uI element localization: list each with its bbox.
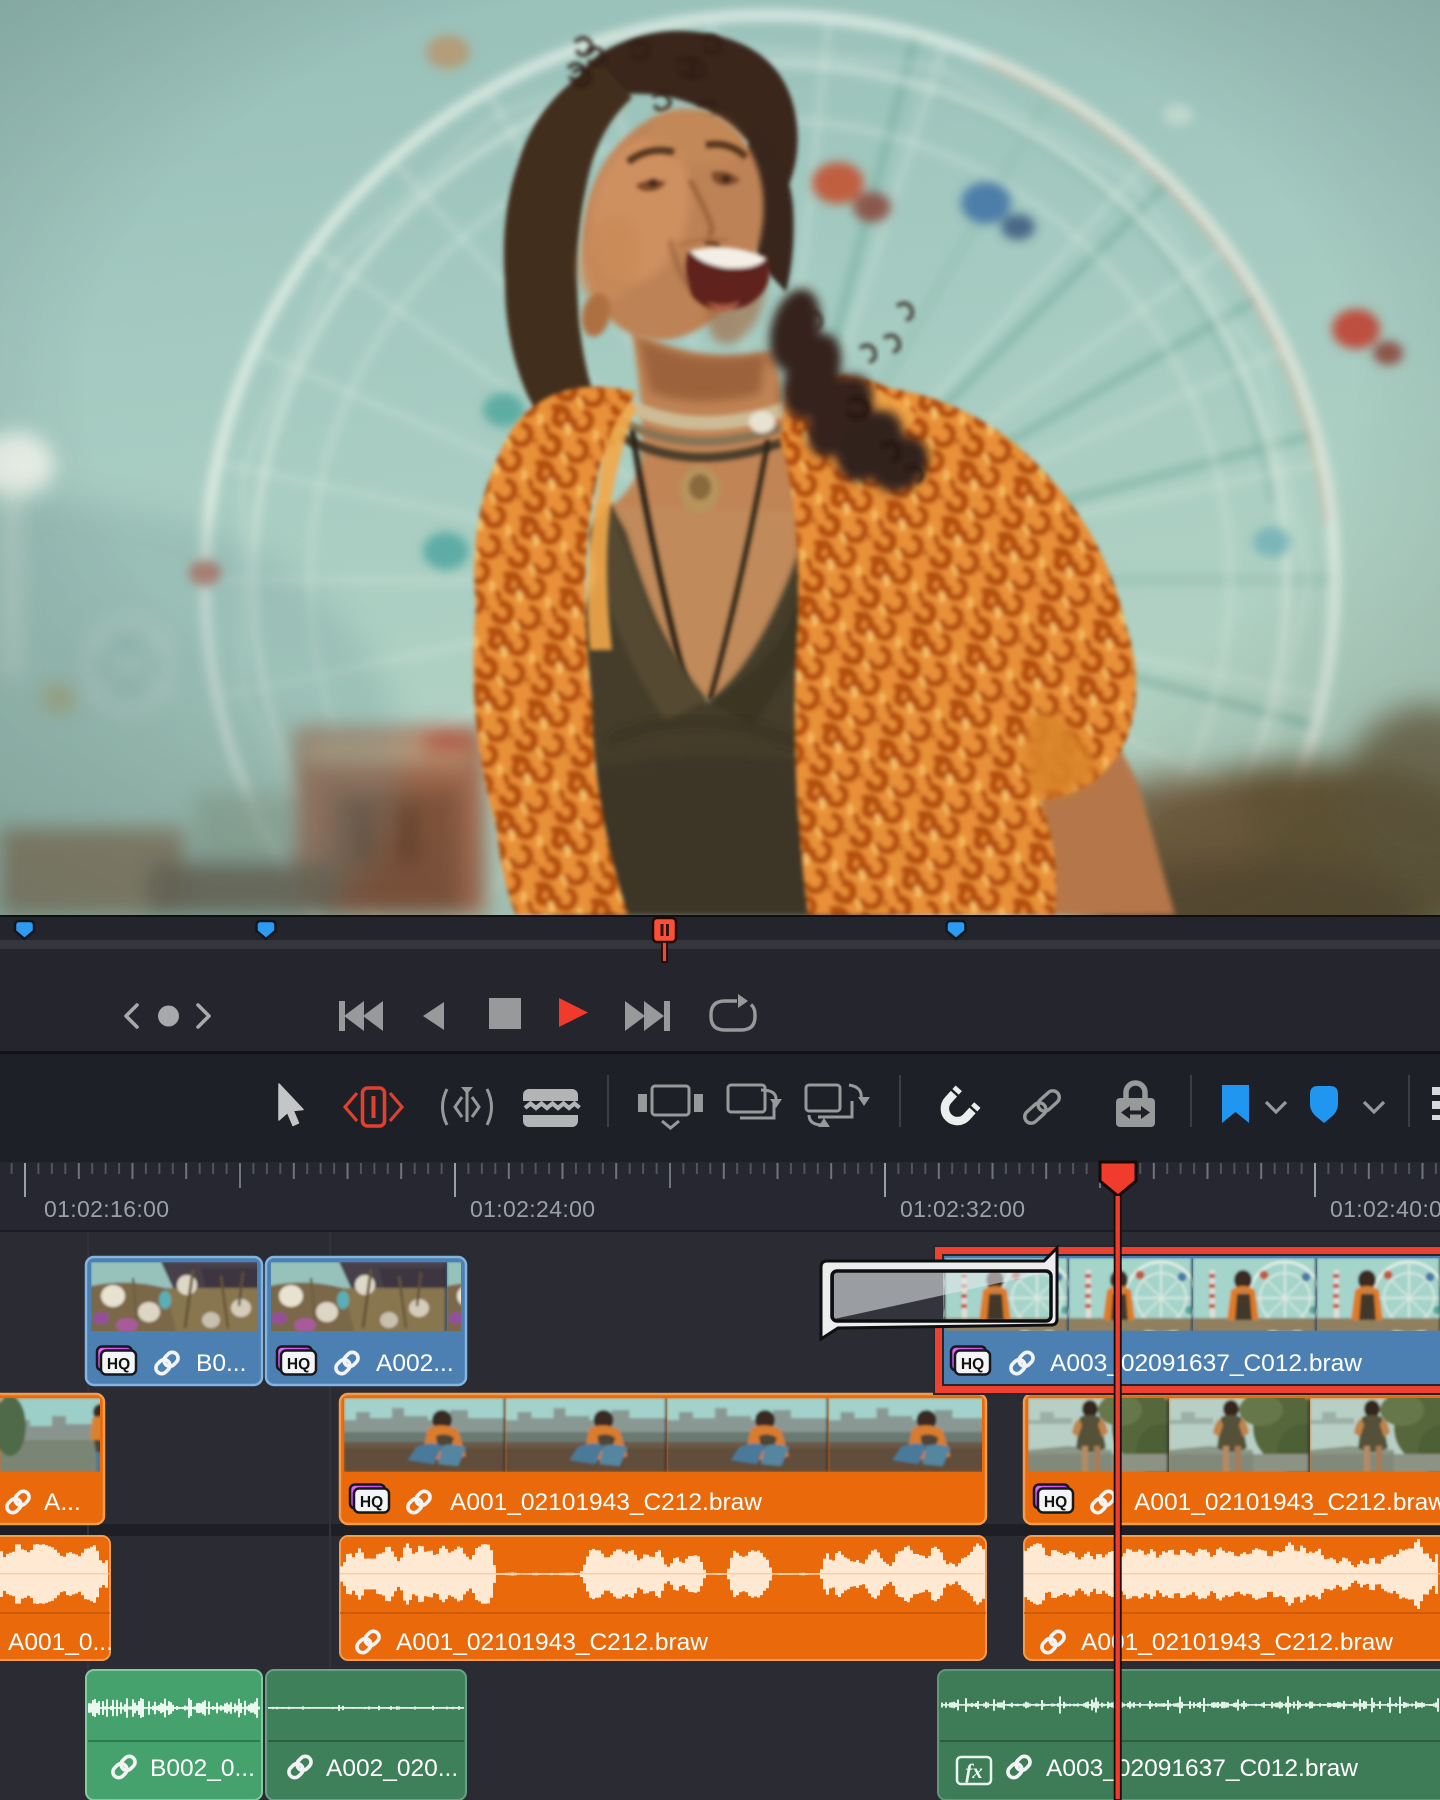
svg-text:01:02:40:00: 01:02:40:00 [1330, 1196, 1440, 1222]
svg-text:A001_0...: A001_0... [8, 1629, 113, 1656]
svg-text:B002_0...: B002_0... [150, 1755, 255, 1782]
svg-text:A001_02101943_C212.braw: A001_02101943_C212.braw [1081, 1629, 1393, 1656]
svg-text:01:02:24:00: 01:02:24:00 [470, 1196, 595, 1222]
svg-text:A001_02101943_C212.braw: A001_02101943_C212.braw [396, 1629, 708, 1656]
svg-text:A001_02101943_C212.braw: A001_02101943_C212.braw [1134, 1489, 1440, 1516]
svg-text:A002_020...: A002_020... [326, 1755, 458, 1782]
svg-text:A003_02091637_C012.braw: A003_02091637_C012.braw [1050, 1350, 1362, 1377]
svg-text:A001_02101943_C212.braw: A001_02101943_C212.braw [450, 1489, 762, 1516]
svg-text:01:02:16:00: 01:02:16:00 [44, 1196, 169, 1222]
svg-text:01:02:32:00: 01:02:32:00 [900, 1196, 1025, 1222]
svg-text:A003_02091637_C012.braw: A003_02091637_C012.braw [1046, 1755, 1358, 1782]
svg-text:A002...: A002... [376, 1350, 454, 1377]
svg-text:A...: A... [44, 1489, 81, 1516]
svg-text:fx: fx [965, 1759, 983, 1783]
svg-text:B0...: B0... [196, 1350, 246, 1377]
